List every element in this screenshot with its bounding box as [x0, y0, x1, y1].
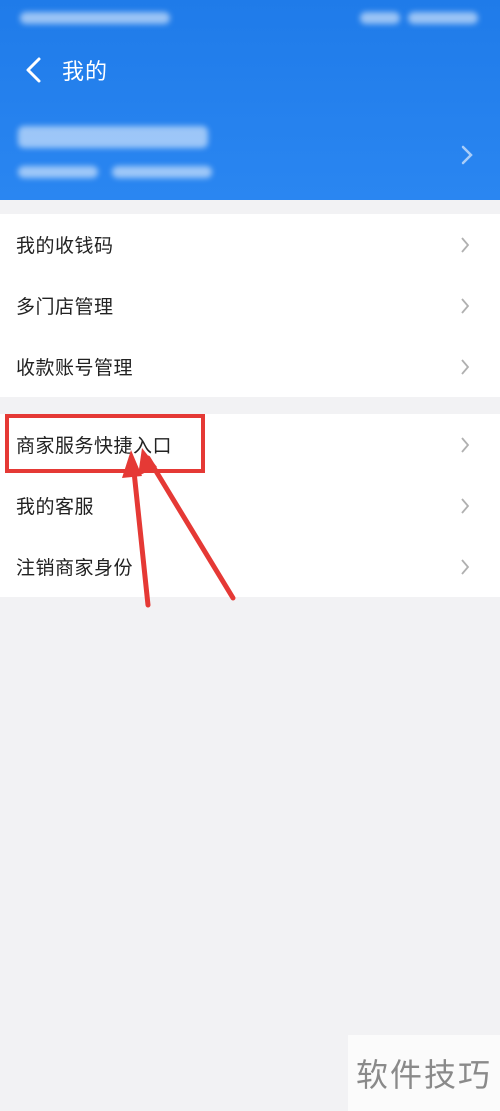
annotation-arrows: [122, 448, 236, 608]
annotation-arrow-right: [145, 455, 236, 601]
watermark: 软件技巧: [348, 1035, 500, 1111]
annotation-arrow-left: [130, 459, 151, 608]
